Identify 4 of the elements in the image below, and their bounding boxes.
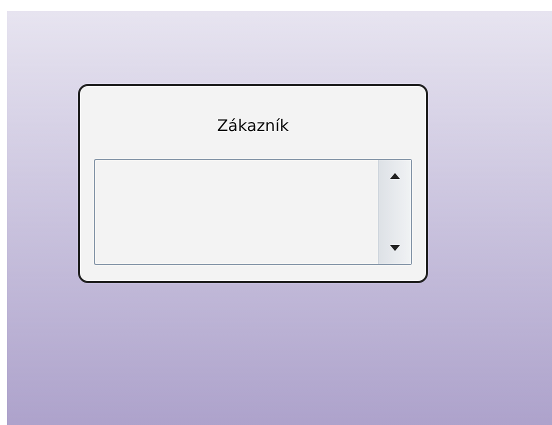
scroll-up-icon[interactable] [390,173,400,179]
scrollbar[interactable] [378,160,411,264]
card-title: Zákazník [217,116,289,136]
scroll-down-icon[interactable] [390,245,400,251]
